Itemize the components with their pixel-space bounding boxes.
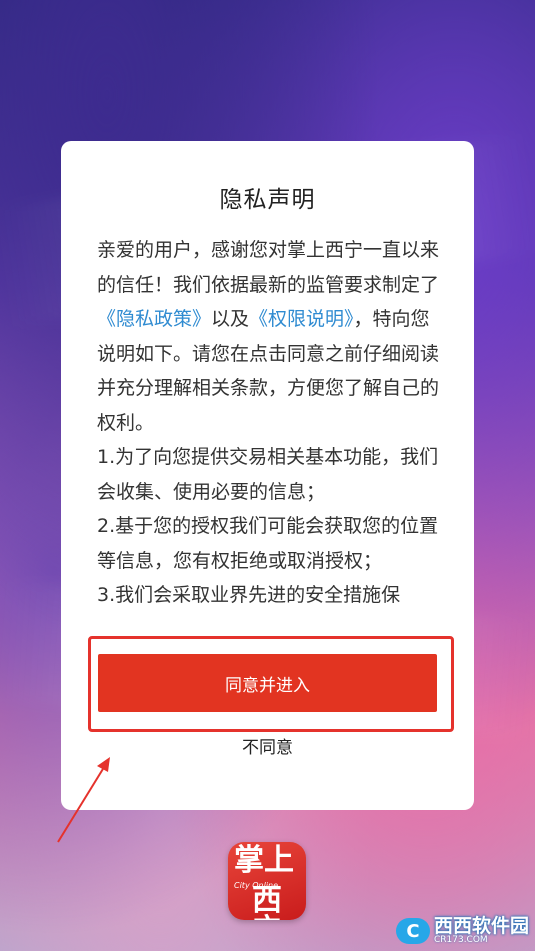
dialog-title: 隐私声明 — [219, 187, 316, 213]
watermark-icon: C — [395, 918, 430, 944]
permission-link[interactable]: 《权限说明》 — [249, 308, 354, 330]
highlight-box — [88, 636, 454, 732]
dialog-body[interactable]: 亲爱的用户，感谢您对掌上西宁一直以来的信任！我们依据最新的监管要求制定了《隐私政… — [97, 233, 440, 623]
logo-top-text: 掌上 — [234, 843, 294, 878]
app-logo: 掌上 City Online 西宁 — [228, 842, 306, 920]
intro-paragraph: 亲爱的用户，感谢您对掌上西宁一直以来的信任！我们依据最新的监管要求制定了《隐私政… — [97, 233, 440, 440]
terms-item-1: 1.为了向您提供交易相关基本功能，我们会收集、使用必要的信息； — [97, 446, 439, 503]
intro-text: 亲爱的用户，感谢您对掌上西宁一直以来的信任！我们依据最新的监管要求制定了 — [97, 239, 440, 296]
intro-text-and: 以及 — [211, 308, 250, 330]
terms-item-3: 3.我们会采取业界先进的安全措施保 — [97, 584, 401, 606]
privacy-policy-link[interactable]: 《隐私政策》 — [97, 308, 211, 330]
decline-button[interactable]: 不同意 — [61, 733, 474, 758]
watermark-main-text: 西西软件园 — [433, 915, 529, 937]
terms-item-2: 2.基于您的授权我们可能会获取您的位置等信息，您有权拒绝或取消授权； — [97, 515, 439, 572]
watermark-sub-text: CR173.COM — [433, 935, 488, 945]
watermark: C 西西软件园 CR173.COM — [395, 915, 529, 945]
logo-bottom-text: 西宁 — [252, 883, 282, 921]
